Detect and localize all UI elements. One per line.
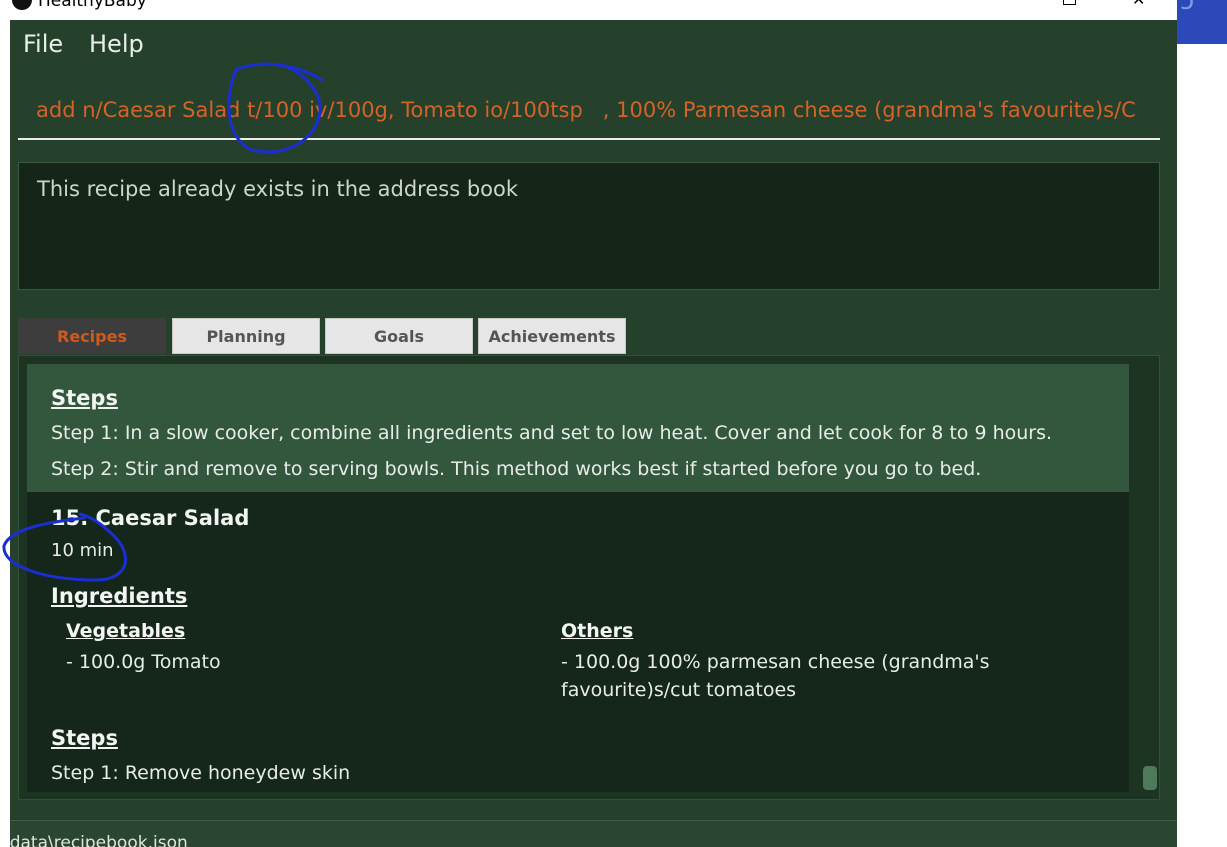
vegetables-heading: Vegetables [66, 620, 186, 642]
menu-file[interactable]: File [23, 30, 63, 58]
status-bar: \data\recipebook.json [10, 820, 1177, 847]
recipe-list-panel[interactable]: Steps Step 1: In a slow cooker, combine … [18, 355, 1160, 800]
vegetable-item: - 100.0g Tomato [66, 651, 221, 673]
tab-planning[interactable]: Planning [172, 318, 320, 354]
step-line: Step 1: Remove honeydew skin [51, 762, 351, 784]
close-icon[interactable]: ✕ [1132, 0, 1145, 8]
recipe-card-previous[interactable]: Steps Step 1: In a slow cooker, combine … [27, 364, 1129, 492]
title-bar: HealthyBaby ✕ [0, 0, 1177, 20]
other-item: favourite)s/cut tomatoes [561, 679, 797, 701]
ingredients-heading: Ingredients [51, 584, 188, 608]
result-display: This recipe already exists in the addres… [18, 162, 1160, 290]
menu-bar: File Help [10, 20, 1177, 72]
menu-help[interactable]: Help [89, 30, 144, 58]
step-line: Step 1: In a slow cooker, combine all in… [51, 422, 1053, 444]
tab-recipes[interactable]: Recipes [18, 318, 166, 354]
command-input[interactable] [18, 82, 1160, 140]
steps-heading: Steps [51, 726, 118, 750]
save-location-path: \data\recipebook.json [10, 833, 188, 847]
step-line: Step 2: Stir and remove to serving bowls… [51, 458, 982, 480]
app-logo-icon [12, 0, 32, 10]
app-window: File Help This recipe already exists in … [10, 20, 1177, 847]
window-title: HealthyBaby [38, 0, 147, 11]
steps-heading: Steps [51, 386, 118, 410]
result-message: This recipe already exists in the addres… [37, 177, 519, 201]
tab-achievements[interactable]: Achievements [478, 318, 626, 354]
list-scrollbar-thumb[interactable] [1143, 766, 1157, 790]
tab-bar: Recipes Planning Goals Achievements [18, 318, 1160, 358]
recipe-time: 10 min [51, 540, 114, 561]
recipe-card-caesar-salad[interactable]: 15. Caesar Salad 10 min Ingredients Vege… [27, 492, 1129, 792]
tab-goals[interactable]: Goals [325, 318, 473, 354]
other-item: - 100.0g 100% parmesan cheese (grandma's [561, 651, 990, 673]
command-box-area [10, 74, 1177, 154]
recipe-name: 15. Caesar Salad [51, 506, 250, 530]
others-heading: Others [561, 620, 634, 642]
background-window-glyph-icon: ɔ [1180, 0, 1195, 16]
maximize-icon[interactable] [1063, 0, 1076, 5]
